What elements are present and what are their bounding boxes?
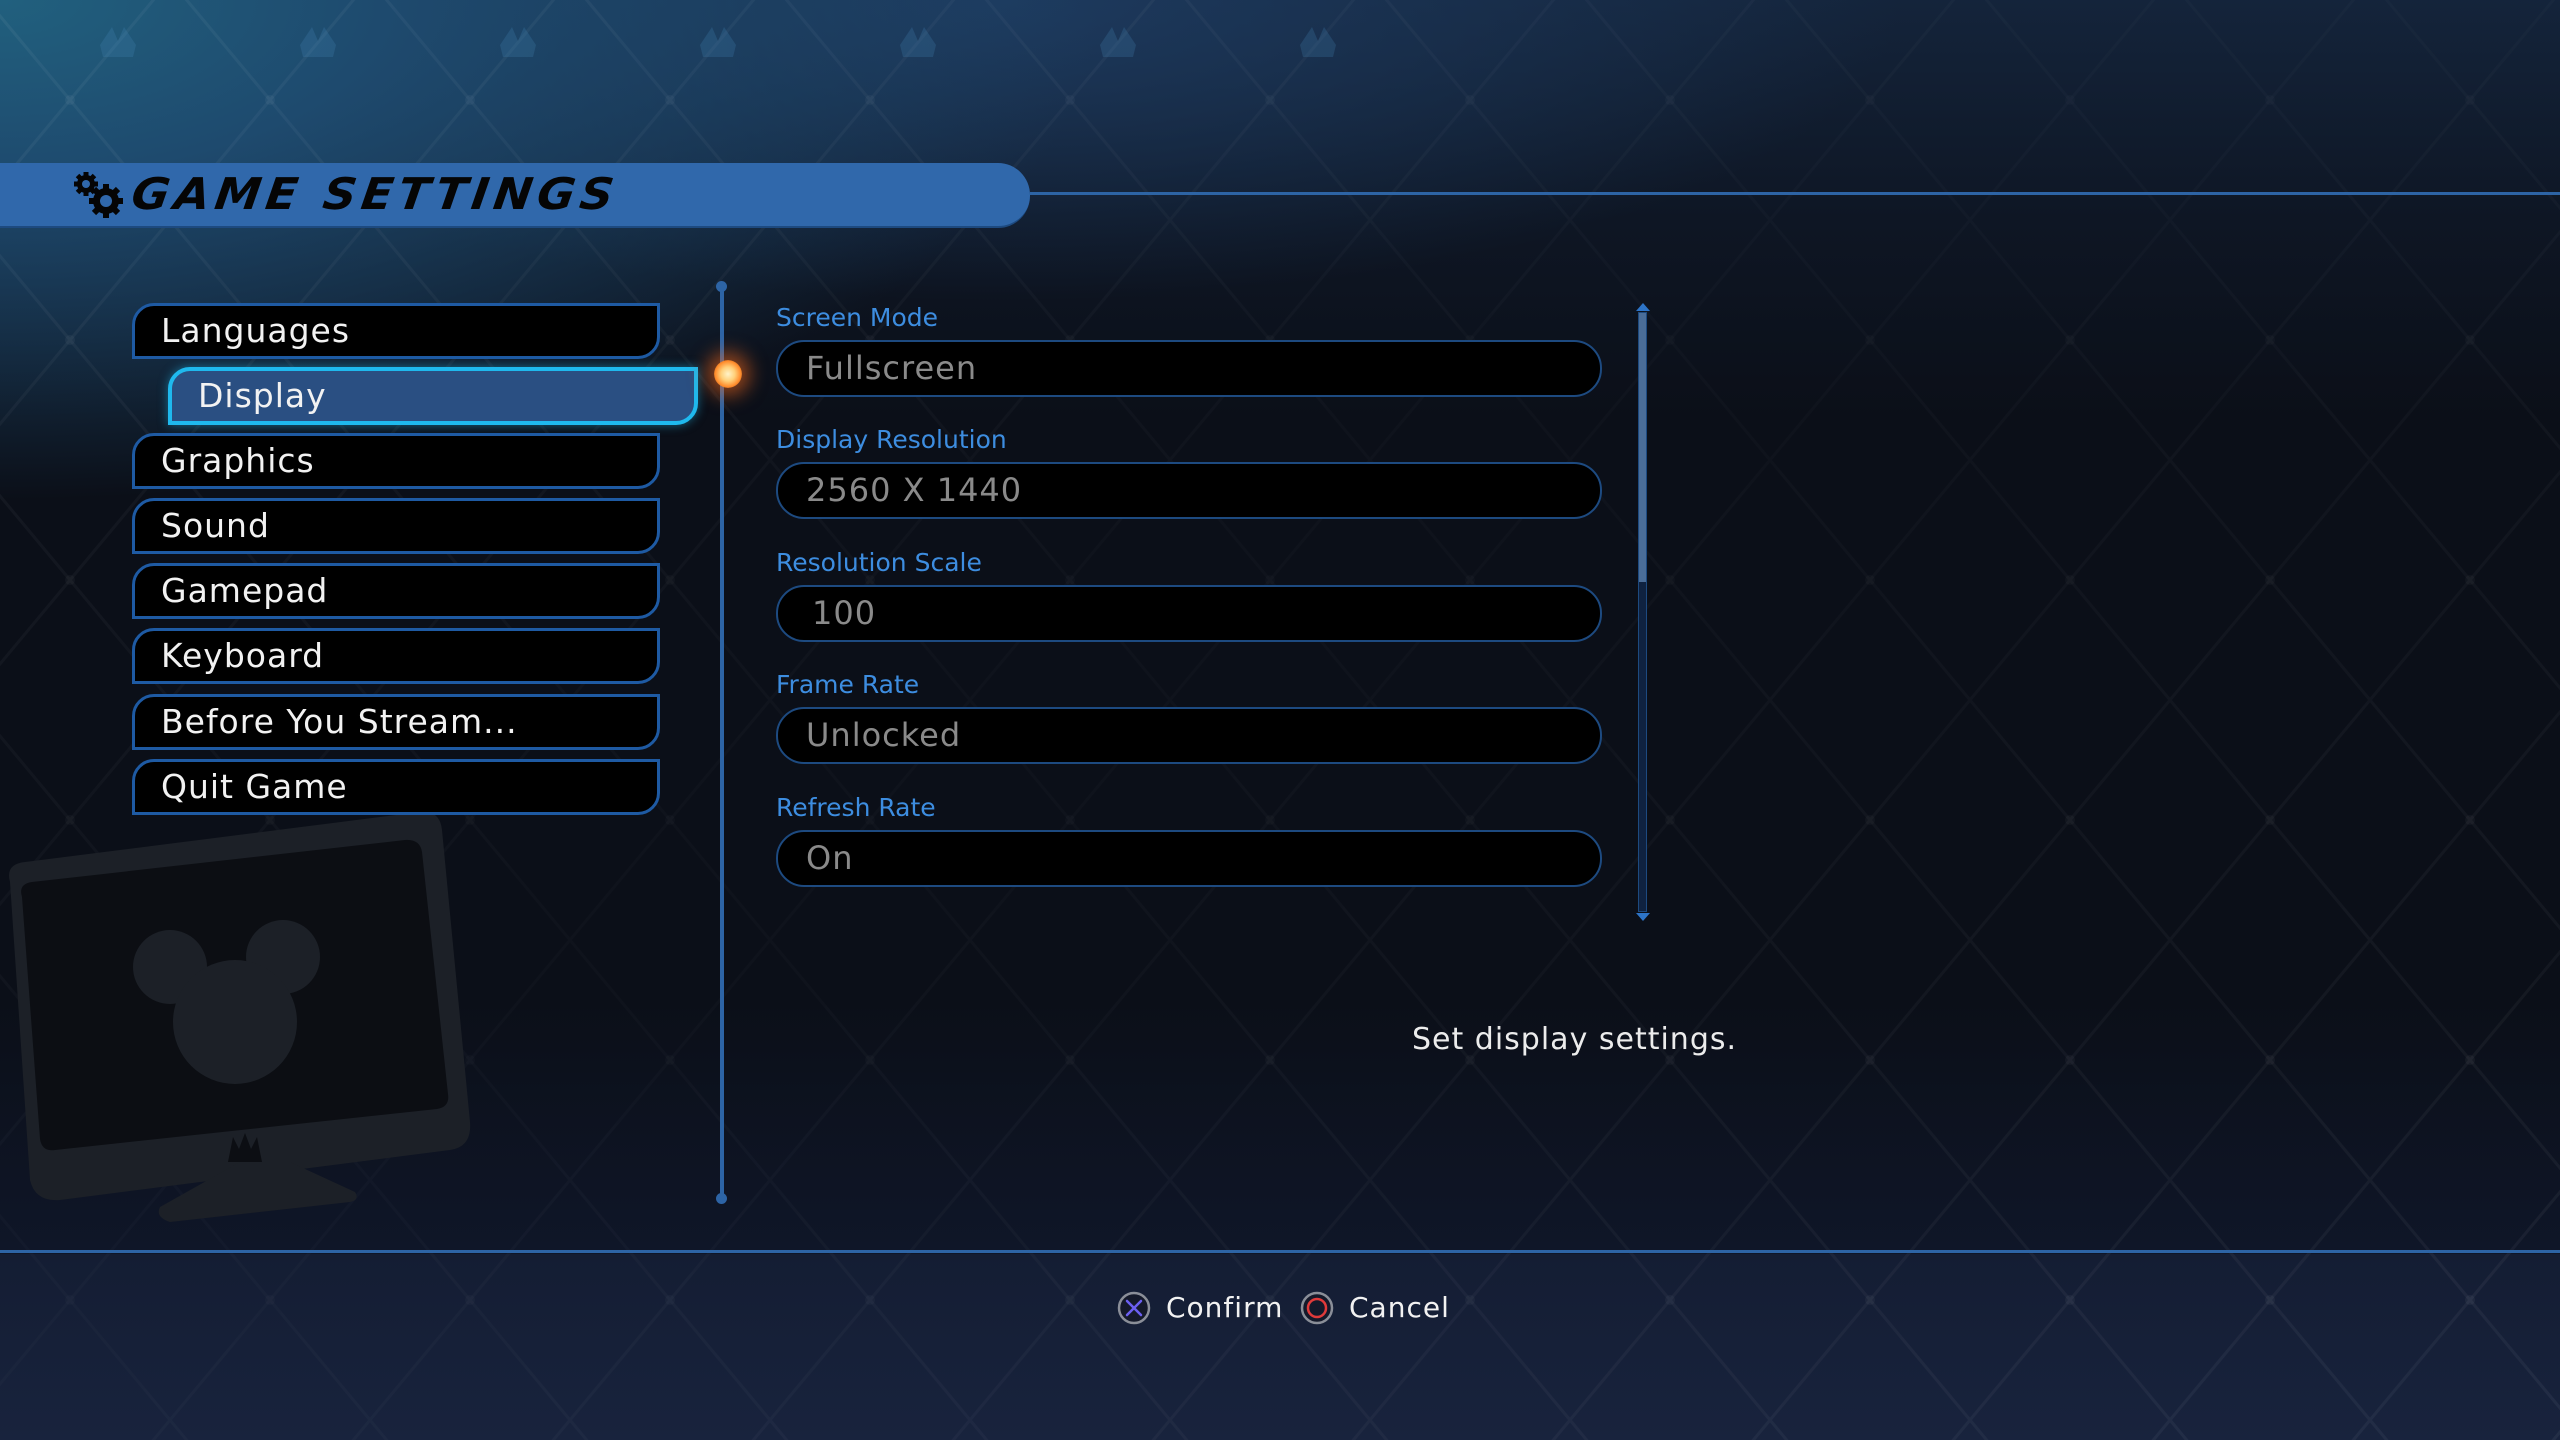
field-value: On [806, 839, 854, 877]
gears-icon [74, 172, 123, 218]
field-label-display-resolution: Display Resolution [776, 425, 1007, 454]
menu-item-graphics[interactable]: Graphics [132, 433, 660, 489]
menu-item-sound[interactable]: Sound [132, 498, 660, 554]
field-label-refresh-rate: Refresh Rate [776, 793, 936, 822]
menu-item-keyboard[interactable]: Keyboard [132, 628, 660, 684]
field-value: 2560 X 1440 [806, 471, 1023, 509]
confirm-button[interactable]: Confirm [1166, 1290, 1283, 1326]
setting-description: Set display settings. [1412, 1022, 1738, 1057]
cross-button-icon[interactable] [1117, 1291, 1151, 1325]
menu-divider-line [720, 286, 724, 1198]
menu-item-label: Before You Stream... [161, 702, 518, 741]
menu-item-label: Keyboard [161, 636, 325, 675]
menu-item-before-you-stream[interactable]: Before You Stream... [132, 694, 660, 750]
menu-item-label: Languages [161, 311, 351, 350]
scroll-up-arrow-icon[interactable] [1636, 303, 1650, 311]
scrollbar-thumb[interactable] [1639, 313, 1646, 583]
field-label-screen-mode: Screen Mode [776, 303, 939, 332]
refresh-rate-field[interactable]: On [776, 830, 1602, 887]
screen-mode-field[interactable]: Fullscreen [776, 340, 1602, 397]
field-label-frame-rate: Frame Rate [776, 670, 920, 699]
menu-item-display[interactable]: Display [168, 367, 698, 425]
field-label-resolution-scale: Resolution Scale [776, 548, 982, 577]
field-value: 100 [812, 594, 877, 632]
header-divider [1030, 192, 2560, 195]
field-value: Unlocked [806, 716, 962, 754]
settings-scrollbar[interactable] [1638, 312, 1647, 912]
menu-item-label: Sound [161, 506, 270, 545]
menu-item-label: Graphics [161, 441, 315, 480]
menu-item-label: Gamepad [161, 571, 329, 610]
divider-bottom-dot [716, 1193, 727, 1204]
field-value: Fullscreen [806, 349, 978, 387]
footer-divider [0, 1250, 2560, 1253]
menu-item-label: Display [198, 376, 327, 415]
circle-button-icon[interactable] [1300, 1291, 1334, 1325]
divider-top-dot [716, 281, 727, 292]
monitor-emblem-decoration [9, 812, 471, 1222]
scroll-down-arrow-icon[interactable] [1636, 913, 1650, 921]
menu-item-quit-game[interactable]: Quit Game [132, 759, 660, 815]
menu-item-gamepad[interactable]: Gamepad [132, 563, 660, 619]
page-title: GAME SETTINGS [128, 168, 623, 220]
resolution-scale-field[interactable]: 100 [776, 585, 1602, 642]
selection-cursor-orb [714, 360, 742, 388]
cancel-button[interactable]: Cancel [1349, 1290, 1450, 1326]
display-resolution-field[interactable]: 2560 X 1440 [776, 462, 1602, 519]
menu-item-languages[interactable]: Languages [132, 303, 660, 359]
frame-rate-field[interactable]: Unlocked [776, 707, 1602, 764]
menu-item-label: Quit Game [161, 767, 348, 806]
